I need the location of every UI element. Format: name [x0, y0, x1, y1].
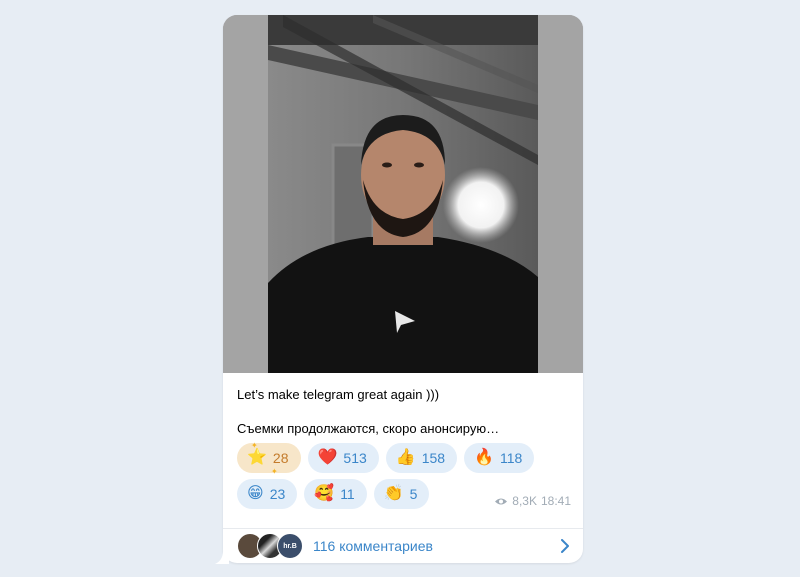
caption-line-2: Съемки продолжаются, скоро анонсирую…: [237, 421, 500, 436]
bubble-tail: [215, 548, 229, 564]
reaction-heart-button[interactable]: ❤️ 513: [307, 443, 379, 473]
reaction-grin-button[interactable]: 😁 23: [237, 479, 298, 509]
reactions-row-2: 😁 23 🥰 11 👏 5: [237, 479, 430, 509]
reaction-count: 118: [499, 450, 523, 466]
comments-label: 116 комментариев: [313, 538, 433, 554]
fire-icon: 🔥: [474, 449, 494, 466]
post-time: 18:41: [540, 494, 571, 508]
thumbs-up-icon: 👍: [395, 449, 416, 466]
reaction-count: 5: [409, 486, 418, 502]
reactions-row-1: ✦ ✦ ⭐ 28 ❤️ 513 👍 158 🔥 118: [237, 441, 535, 476]
post-photo[interactable]: [223, 15, 583, 373]
reaction-clap-button[interactable]: 👏 5: [373, 479, 430, 509]
clap-icon: 👏: [383, 485, 404, 502]
chevron-right-icon: [561, 539, 569, 553]
star-icon: ⭐: [247, 449, 267, 466]
reaction-smiling-hearts-button[interactable]: 🥰 11: [304, 479, 367, 509]
reaction-count: 158: [421, 450, 446, 466]
caption-line-1: Let’s make telegram great again ))): [237, 387, 440, 402]
avatar: hr.B: [277, 533, 303, 559]
heart-icon: ❤️: [317, 449, 338, 466]
sparkle-icon: ✦: [271, 467, 278, 476]
reaction-count: 28: [272, 450, 289, 466]
reaction-count: 23: [269, 486, 286, 502]
reaction-star-button[interactable]: ✦ ✦ ⭐ 28: [237, 441, 301, 476]
sparkle-icon: ✦: [251, 441, 258, 450]
reaction-count: 513: [343, 450, 367, 466]
channel-post-bubble: Let’s make telegram great again ))) Съем…: [223, 15, 583, 563]
post-meta: 8,3K 18:41: [494, 494, 571, 508]
grin-icon: 😁: [247, 485, 264, 502]
reaction-count: 11: [340, 486, 355, 502]
smiling-hearts-icon: 🥰: [314, 485, 335, 502]
reaction-fire-button[interactable]: 🔥 118: [464, 443, 535, 473]
post-caption: Let’s make telegram great again ))) Съем…: [237, 387, 499, 437]
commenter-avatars: hr.B: [237, 533, 305, 559]
eye-icon: [495, 498, 508, 504]
reaction-thumbs-up-button[interactable]: 👍 158: [385, 443, 458, 473]
comments-button[interactable]: hr.B 116 комментариев: [223, 529, 583, 563]
view-count: 8,3K: [512, 494, 537, 508]
avatar-text: hr.B: [283, 542, 297, 550]
photo-illustration: [223, 15, 583, 373]
